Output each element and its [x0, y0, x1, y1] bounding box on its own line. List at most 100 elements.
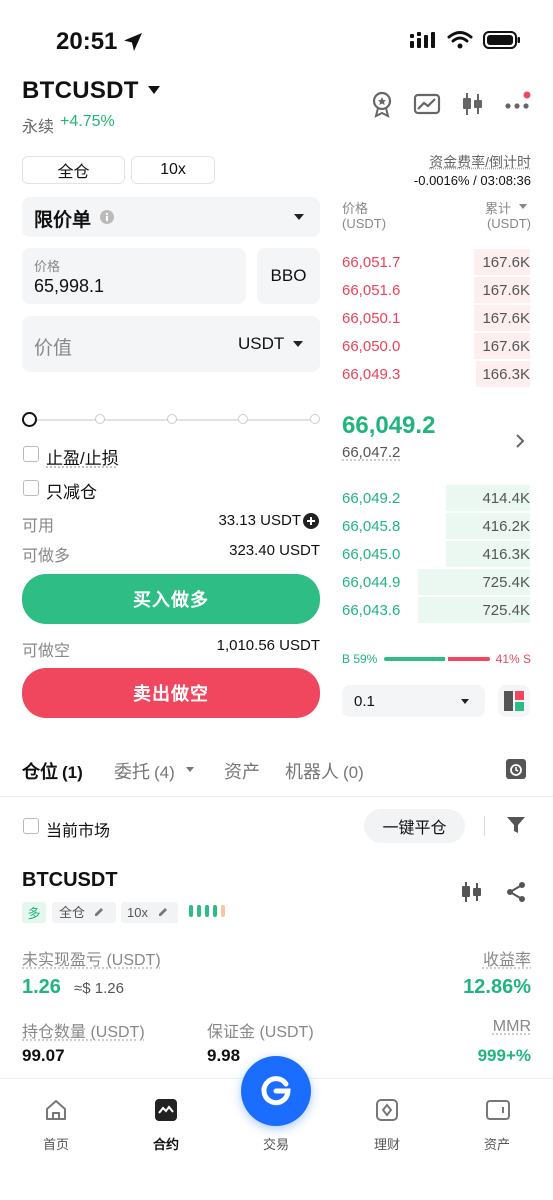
ratio-bar-buy [384, 657, 445, 661]
wifi-icon [447, 31, 473, 49]
position-margin-mode[interactable]: 全仓 [52, 902, 116, 923]
bid-row[interactable]: 66,049.2 414.4K [342, 485, 530, 511]
position-symbol[interactable]: BTCUSDT [22, 869, 118, 892]
margin-mode-button[interactable]: 全仓 [22, 156, 125, 184]
chevron-down-icon[interactable] [148, 86, 160, 94]
close-all-button[interactable]: 一键平仓 [364, 809, 465, 843]
slider-step-100[interactable] [310, 414, 320, 424]
max-short-label: 可做空 [22, 643, 71, 660]
unrealized-pnl-label[interactable]: 未实现盈亏 (USDT) [22, 946, 161, 970]
edit-icon[interactable] [93, 906, 105, 918]
bid-row[interactable]: 66,045.0 416.3K [342, 541, 530, 567]
bid-total: 725.4K [482, 573, 530, 591]
ratio-bar [384, 657, 490, 661]
chart-image-icon[interactable] [413, 90, 441, 118]
ask-row[interactable]: 66,051.6 167.6K [342, 277, 530, 303]
nav-earn[interactable]: 理财 [347, 1134, 427, 1153]
ask-row[interactable]: 66,049.3 166.3K [342, 361, 530, 387]
earn-icon[interactable] [375, 1098, 399, 1122]
unrealized-pnl-usd: ≈$ 1.26 [74, 980, 124, 997]
unrealized-pnl-value: 1.26 [22, 976, 61, 998]
badge-icon[interactable] [368, 90, 396, 118]
nav-assets[interactable]: 资产 [457, 1134, 537, 1153]
funding-label[interactable]: 资金费率/倒计时 [429, 152, 531, 172]
tab-bots[interactable]: 机器人 (0) [285, 758, 364, 784]
add-funds-icon[interactable] [303, 513, 319, 529]
bid-total: 725.4K [482, 601, 530, 619]
margin-label: 保证金 (USDT) [207, 1024, 314, 1041]
tab-positions[interactable]: 仓位 (1) [22, 758, 83, 784]
bbo-button[interactable]: BBO [257, 248, 320, 304]
mmr-label[interactable]: MMR [493, 1018, 531, 1036]
filter-icon[interactable] [505, 814, 527, 836]
bid-price: 66,044.9 [342, 573, 401, 591]
price-change: +4.75% [60, 113, 115, 130]
tab-bots-count: (0) [343, 763, 364, 782]
history-document-icon[interactable] [504, 757, 528, 781]
buy-long-button[interactable]: 买入做多 [22, 574, 320, 624]
nav-trade[interactable]: 交易 [236, 1134, 316, 1153]
more-icon[interactable] [503, 90, 531, 118]
chevron-right-icon[interactable] [514, 433, 526, 449]
nav-home[interactable]: 首页 [16, 1134, 96, 1153]
bid-total: 416.3K [482, 545, 530, 563]
contract-type: 永续 [22, 119, 55, 136]
tab-orders-label: 委托 [114, 762, 150, 782]
nav-futures[interactable]: 合约 [126, 1134, 206, 1153]
ob-cum-header[interactable]: 累计 [485, 198, 511, 217]
ask-total: 166.3K [482, 365, 530, 383]
share-icon[interactable] [504, 880, 528, 904]
size-value: 99.07 [22, 1046, 65, 1065]
amount-slider-handle[interactable] [22, 412, 37, 427]
slider-step-25[interactable] [95, 414, 105, 424]
mark-price[interactable]: 66,047.2 [342, 444, 400, 461]
bid-row[interactable]: 66,045.8 416.2K [342, 513, 530, 539]
bid-row[interactable]: 66,044.9 725.4K [342, 569, 530, 595]
reduce-only-checkbox[interactable] [23, 480, 39, 496]
edit-icon[interactable] [157, 906, 169, 918]
symbol-title[interactable]: BTCUSDT [22, 77, 139, 105]
tabs-divider [0, 796, 553, 797]
slider-step-75[interactable] [238, 414, 248, 424]
futures-icon[interactable] [154, 1098, 178, 1122]
ob-price-unit: (USDT) [342, 216, 387, 231]
ask-total: 167.6K [482, 253, 530, 271]
ask-price: 66,051.7 [342, 253, 401, 271]
tp-sl-checkbox[interactable] [23, 446, 39, 462]
tab-orders-count: (4) [154, 763, 175, 782]
tab-positions-count: (1) [62, 763, 83, 782]
wallet-icon[interactable] [485, 1098, 511, 1122]
side-badge: 多 [22, 902, 46, 923]
value-unit-select[interactable]: USDT [238, 334, 284, 354]
status-icons [409, 30, 521, 50]
buy-ratio-label: B 59% [342, 652, 378, 666]
sell-short-button[interactable]: 卖出做空 [22, 668, 320, 718]
leverage-button[interactable]: 10x [131, 156, 215, 184]
tab-orders[interactable]: 委托 (4) [114, 758, 175, 784]
ask-row[interactable]: 66,050.1 167.6K [342, 305, 530, 331]
bid-row[interactable]: 66,043.6 725.4K [342, 597, 530, 623]
tab-assets[interactable]: 资产 [224, 758, 260, 784]
roe-value: 12.86% [463, 976, 531, 998]
ratio-bar-sell [448, 657, 490, 661]
slider-step-50[interactable] [167, 414, 177, 424]
trade-icon [261, 1076, 291, 1106]
orders-chevron-icon[interactable] [186, 767, 194, 772]
ob-cum-chevron-icon[interactable] [519, 204, 527, 209]
candlestick-icon[interactable] [458, 90, 486, 118]
size-label[interactable]: 持仓数量 (USDT) [22, 1018, 145, 1042]
info-icon[interactable] [100, 210, 114, 224]
roe-label[interactable]: 收益率 [483, 946, 531, 970]
price-input-value[interactable]: 65,998.1 [34, 276, 104, 297]
ask-row[interactable]: 66,051.7 167.6K [342, 249, 530, 275]
signal-icon [410, 32, 435, 48]
position-leverage[interactable]: 10x [121, 902, 178, 923]
tp-sl-label[interactable]: 止盈/止损 [46, 444, 119, 469]
max-long-value: 323.40 USDT [229, 542, 320, 559]
home-icon[interactable] [44, 1098, 68, 1122]
ask-row[interactable]: 66,050.0 167.6K [342, 333, 530, 359]
bid-price: 66,045.0 [342, 545, 401, 563]
ask-price: 66,050.0 [342, 337, 401, 355]
current-market-checkbox[interactable] [23, 818, 39, 834]
candlestick-icon[interactable] [458, 880, 484, 904]
